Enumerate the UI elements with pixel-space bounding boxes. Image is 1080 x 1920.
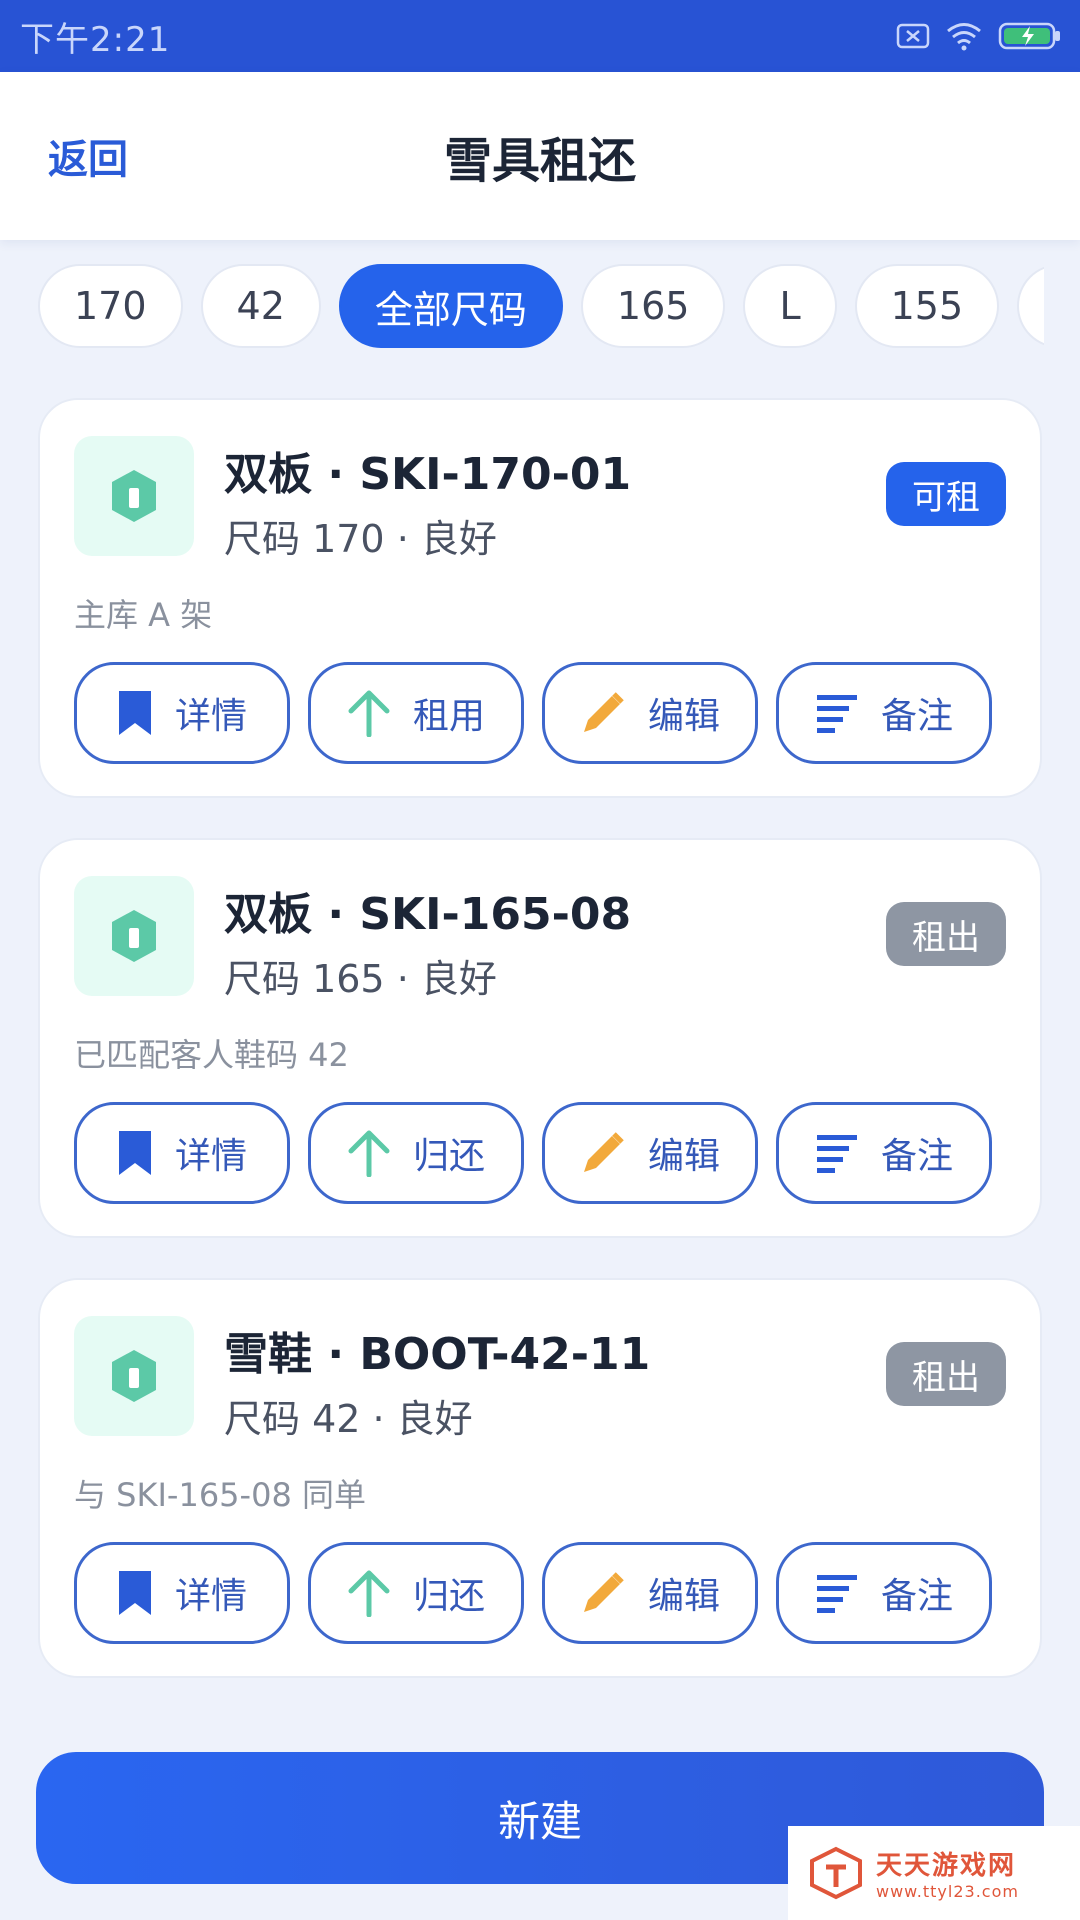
page-title: 雪具租还	[443, 133, 636, 189]
bookmark-icon	[118, 1571, 151, 1615]
filter-chip-170[interactable]: 170	[38, 264, 183, 348]
remark-button[interactable]: 备注	[776, 1542, 992, 1644]
bookmark-icon	[118, 691, 151, 735]
watermark-title: 天天游戏网	[876, 1851, 1017, 1881]
detail-button-label: 详情	[174, 1576, 247, 1617]
remark-button-label: 备注	[880, 1576, 953, 1617]
arrow-up-icon	[348, 690, 390, 737]
filter-chip-155[interactable]: 155	[854, 264, 1000, 348]
pencil-icon	[583, 1572, 624, 1612]
size-filter-bar: 170 42 全部尺码 165 L 155 1	[0, 264, 1044, 350]
wifi-icon	[944, 21, 984, 51]
filter-chip-42[interactable]: 42	[200, 264, 321, 348]
status-badge: 可租	[886, 462, 1006, 526]
status-bar: 下午2:21	[0, 0, 1080, 72]
equipment-thumbnail	[74, 436, 194, 556]
item-subtitle: 尺码 170 · 良好	[224, 517, 497, 561]
edit-button-label: 编辑	[647, 1576, 720, 1617]
item-title: 双板 · SKI-165-08	[224, 889, 632, 940]
arrow-up-icon	[348, 1130, 390, 1177]
filter-chip-partial[interactable]: 1	[1017, 264, 1044, 348]
edit-button[interactable]: 编辑	[542, 1542, 758, 1644]
remark-button-label: 备注	[880, 696, 953, 737]
item-note: 与 SKI-165-08 同单	[74, 1476, 366, 1514]
pencil-icon	[583, 692, 624, 732]
pencil-icon	[583, 1132, 624, 1172]
lines-icon	[816, 695, 857, 733]
watermark-logo-icon	[810, 1846, 862, 1900]
item-subtitle: 尺码 42 · 良好	[224, 1397, 473, 1441]
detail-button-label: 详情	[174, 1136, 247, 1177]
watermark: 天天游戏网 www.ttyl23.com	[788, 1826, 1080, 1920]
back-button[interactable]: 返回	[48, 72, 128, 240]
watermark-text: 天天游戏网 www.ttyl23.com	[876, 1845, 1019, 1901]
lines-icon	[816, 1575, 857, 1613]
return-button[interactable]: 归还	[308, 1102, 524, 1204]
rent-button-label: 租用	[412, 696, 485, 737]
equipment-icon	[112, 470, 156, 522]
equipment-icon	[112, 1350, 156, 1402]
status-badge: 租出	[886, 902, 1006, 966]
remark-button-label: 备注	[880, 1136, 953, 1177]
return-button-label: 归还	[412, 1136, 485, 1177]
item-subtitle: 尺码 165 · 良好	[224, 957, 497, 1001]
status-icons	[896, 21, 1062, 51]
edit-button[interactable]: 编辑	[542, 662, 758, 764]
edit-button-label: 编辑	[647, 696, 720, 737]
equipment-thumbnail	[74, 876, 194, 996]
detail-button-label: 详情	[174, 696, 247, 737]
return-button-label: 归还	[412, 1576, 485, 1617]
rent-button[interactable]: 租用	[308, 662, 524, 764]
status-time: 下午2:21	[20, 19, 171, 60]
edit-button-label: 编辑	[647, 1136, 720, 1177]
item-actions: 详情 归还 编辑 备注	[74, 1102, 992, 1204]
equipment-card: 双板 · SKI-165-08 尺码 165 · 良好 租出 已匹配客人鞋码 4…	[38, 838, 1042, 1238]
detail-button[interactable]: 详情	[74, 1542, 290, 1644]
item-title: 雪鞋 · BOOT-42-11	[224, 1329, 651, 1380]
filter-chip-l[interactable]: L	[743, 264, 837, 348]
detail-button[interactable]: 详情	[74, 662, 290, 764]
equipment-thumbnail	[74, 1316, 194, 1436]
item-title: 双板 · SKI-170-01	[224, 449, 632, 500]
arrow-up-icon	[348, 1570, 390, 1617]
item-note: 已匹配客人鞋码 42	[74, 1036, 349, 1074]
bookmark-icon	[118, 1131, 151, 1175]
item-note: 主库 A 架	[74, 596, 213, 634]
edit-button[interactable]: 编辑	[542, 1102, 758, 1204]
equipment-card: 双板 · SKI-170-01 尺码 170 · 良好 可租 主库 A 架 详情…	[38, 398, 1042, 798]
lines-icon	[816, 1135, 857, 1173]
return-button[interactable]: 归还	[308, 1542, 524, 1644]
remark-button[interactable]: 备注	[776, 662, 992, 764]
equipment-icon	[112, 910, 156, 962]
item-actions: 详情 归还 编辑 备注	[74, 1542, 992, 1644]
detail-button[interactable]: 详情	[74, 1102, 290, 1204]
status-badge: 租出	[886, 1342, 1006, 1406]
battery-charging-icon	[998, 21, 1062, 51]
equipment-card: 雪鞋 · BOOT-42-11 尺码 42 · 良好 租出 与 SKI-165-…	[38, 1278, 1042, 1678]
remark-button[interactable]: 备注	[776, 1102, 992, 1204]
sim-off-icon	[896, 23, 930, 49]
item-actions: 详情 租用 编辑 备注	[74, 662, 992, 764]
filter-chip-all-sizes[interactable]: 全部尺码	[338, 264, 563, 348]
watermark-url: www.ttyl23.com	[876, 1882, 1019, 1901]
filter-chip-165[interactable]: 165	[580, 264, 726, 348]
top-app-bar: 雪具租还 返回	[0, 72, 1080, 240]
